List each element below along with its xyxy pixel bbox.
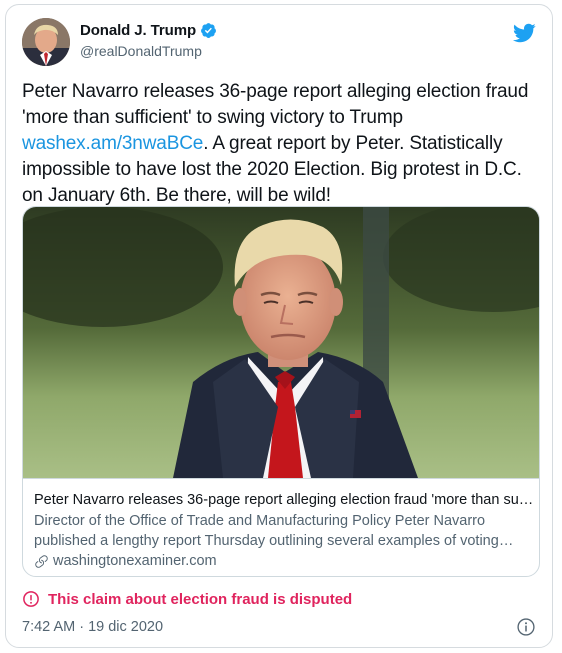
link-chain-icon: [35, 554, 48, 568]
link-preview-meta[interactable]: Peter Navarro releases 36-page report al…: [23, 478, 539, 576]
exclamation-circle-icon: [23, 591, 39, 607]
tweet-card: Donald J. Trump @realDonaldTrump Peter N…: [5, 4, 553, 648]
link-preview-description[interactable]: Director of the Office of Trade and Manu…: [34, 511, 534, 551]
timestamp[interactable]: 7:42 AM · 19 dic 2020: [22, 619, 163, 635]
link-preview-image[interactable]: [23, 207, 540, 478]
link-preview-card[interactable]: Peter Navarro releases 36-page report al…: [22, 206, 540, 577]
tweet-link[interactable]: washex.am/3nwaBCe: [22, 133, 203, 154]
twitter-bird-icon[interactable]: [512, 21, 536, 45]
disputed-claim-text[interactable]: This claim about election fraud is dispu…: [48, 591, 352, 608]
link-preview-title[interactable]: Peter Navarro releases 36-page report al…: [34, 490, 534, 510]
link-preview-domain-row[interactable]: washingtonexaminer.com: [34, 553, 217, 569]
author-name[interactable]: Donald J. Trump: [80, 22, 196, 39]
tweet-text-part-1: Peter Navarro releases 36-page report al…: [22, 81, 534, 128]
info-circle-icon[interactable]: [516, 617, 536, 637]
verified-badge-icon: [201, 23, 216, 38]
author-handle[interactable]: @realDonaldTrump: [80, 43, 202, 59]
tweet-text: Peter Navarro releases 36-page report al…: [22, 79, 542, 209]
avatar[interactable]: [22, 18, 70, 66]
author-row[interactable]: Donald J. Trump: [80, 22, 217, 39]
disputed-claim-notice[interactable]: This claim about election fraud is dispu…: [22, 590, 352, 608]
link-preview-domain[interactable]: washingtonexaminer.com: [53, 553, 217, 569]
